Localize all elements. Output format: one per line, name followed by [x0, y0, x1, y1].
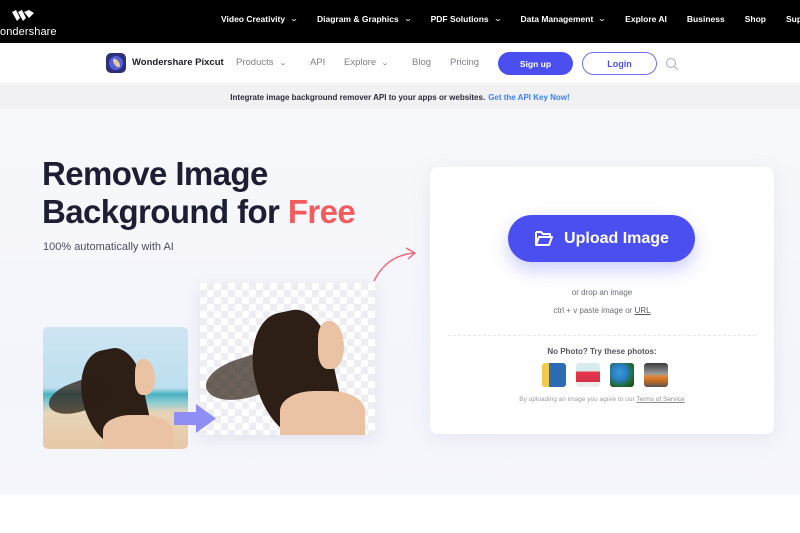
chevron-down-icon: ⌄ [598, 16, 607, 23]
terms-notice: By uploading an image you agree to our T… [430, 396, 774, 403]
nav-label: Blog [412, 57, 432, 68]
nav-blog[interactable]: Blog [412, 57, 431, 68]
nav-label: Video Creativity [221, 14, 286, 24]
page-bottom [0, 495, 800, 533]
background-removed-example [200, 283, 375, 435]
nav-api[interactable]: API [310, 57, 325, 68]
nav-label: Diagram & Graphics [316, 14, 399, 24]
sample-photos-heading: No Photo? Try these photos: [547, 347, 657, 356]
nav-label: Shop [744, 14, 766, 24]
paste-hint-text: ctrl + v paste image or [553, 306, 633, 315]
title-line-1: Remove Image [42, 155, 268, 192]
global-nav-pdf-solutions[interactable]: PDF Solutions ⌄ [430, 14, 502, 24]
product-header: Wondershare Pixcut Products ⌄ API Explore… [0, 43, 800, 84]
wondershare-logo[interactable]: ondershare [0, 8, 60, 38]
divider [448, 335, 756, 336]
api-key-link[interactable]: Get the API Key Now! [488, 93, 570, 102]
global-nav-video-creativity[interactable]: Video Creativity ⌄ [221, 14, 299, 24]
global-nav: Video Creativity ⌄ Diagram & Graphics ⌄ PD… [221, 14, 800, 24]
sample-photo-car[interactable] [644, 363, 668, 387]
sample-photo-parrot[interactable] [610, 363, 634, 387]
folder-open-icon [535, 231, 554, 246]
drop-hint: or drop an image [571, 288, 633, 297]
global-nav-support[interactable]: Supp [786, 14, 800, 24]
global-nav-business[interactable]: Business [687, 14, 725, 24]
nav-label: Business [686, 14, 725, 24]
curved-arrow-icon [373, 247, 417, 282]
upload-card[interactable]: Upload Image or drop an image ctrl + v p… [430, 167, 774, 434]
global-nav-diagram-graphics[interactable]: Diagram & Graphics ⌄ [316, 14, 412, 24]
chevron-down-icon: ⌄ [493, 16, 502, 23]
login-button[interactable]: Login [582, 52, 657, 75]
upload-label: Upload Image [564, 229, 669, 247]
terms-of-service-link[interactable]: Terms of Service [636, 396, 684, 403]
sample-photos [542, 363, 678, 387]
title-prefix: Background for [42, 193, 288, 230]
original-photo-example [43, 327, 188, 449]
url-link[interactable]: URL [635, 306, 651, 315]
nav-label: Supp [785, 14, 800, 24]
nav-label: Pricing [450, 57, 480, 68]
shoulder-shape [103, 415, 173, 449]
search-icon[interactable] [665, 57, 679, 71]
terms-text: By uploading an image you agree to our [519, 396, 635, 403]
api-promo-banner: Integrate image background remover API t… [0, 85, 800, 109]
signup-button[interactable]: Sign up [498, 52, 573, 75]
title-line-2: Background for Free [42, 193, 356, 231]
arrow-right-icon [174, 404, 216, 433]
face-shape [135, 359, 155, 395]
chevron-down-icon: ⌄ [289, 16, 299, 23]
global-header: ondershare Video Creativity ⌄ Diagram & G… [0, 0, 800, 43]
hero-subtitle: 100% automatically with AI [43, 241, 174, 253]
nav-explore[interactable]: Explore ⌄ [344, 57, 390, 68]
nav-pricing[interactable]: Pricing [450, 57, 479, 68]
chevron-down-icon: ⌄ [403, 16, 412, 23]
nav-label: Explore AI [625, 14, 667, 24]
nav-label: Data Management [520, 14, 594, 24]
nav-label: Products [236, 57, 274, 68]
wondershare-mark-icon [12, 10, 34, 21]
sample-photo-drink[interactable] [576, 363, 600, 387]
shoulder-shape [280, 391, 365, 435]
wondershare-wordmark: ondershare [0, 26, 57, 38]
product-brand[interactable]: Wondershare Pixcut [132, 57, 224, 68]
pixcut-logo-icon[interactable] [106, 53, 126, 73]
face-shape [318, 321, 344, 369]
upload-image-button[interactable]: Upload Image [508, 215, 695, 262]
chevron-down-icon: ⌄ [381, 59, 390, 67]
nav-label: API [310, 57, 326, 68]
global-nav-explore-ai[interactable]: Explore AI [625, 14, 667, 24]
nav-products[interactable]: Products ⌄ [236, 57, 287, 68]
page-title: Remove Image Background for Free [42, 155, 356, 231]
global-nav-data-management[interactable]: Data Management ⌄ [520, 14, 607, 24]
paste-hint: ctrl + v paste image or URL [430, 306, 774, 315]
nav-label: PDF Solutions [430, 14, 489, 24]
title-highlight: Free [287, 193, 356, 230]
global-nav-shop[interactable]: Shop [745, 14, 766, 24]
sample-photo-person[interactable] [542, 363, 566, 387]
chevron-down-icon: ⌄ [278, 59, 287, 67]
banner-text: Integrate image background remover API t… [230, 92, 486, 102]
nav-label: Explore [344, 57, 377, 68]
